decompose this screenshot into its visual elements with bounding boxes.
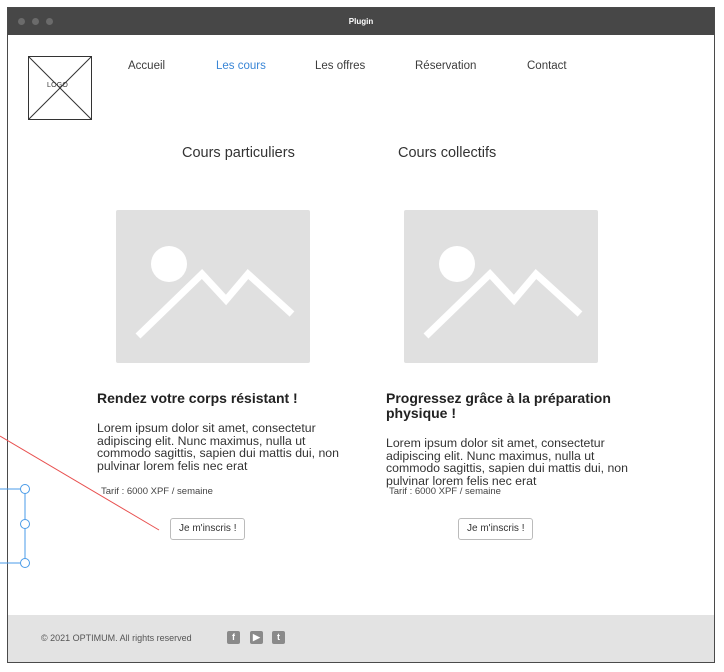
resize-handle-middle <box>20 519 30 529</box>
annotation-connector-line <box>0 435 160 531</box>
annotation-overlay <box>0 435 160 568</box>
resize-handle-top <box>20 484 30 494</box>
resize-handle-bottom <box>20 558 30 568</box>
